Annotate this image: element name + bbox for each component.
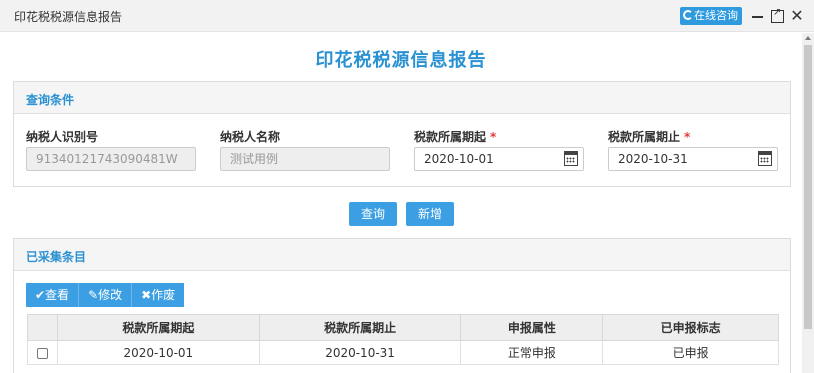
calendar-icon[interactable] <box>758 151 772 166</box>
cell-declare-attr: 正常申报 <box>460 340 604 365</box>
add-button[interactable]: 新增 <box>406 202 454 226</box>
collected-items-table: 税款所属期起 税款所属期止 申报属性 已申报标志 2020-10-01 2020… <box>27 314 779 365</box>
query-button[interactable]: 查询 <box>349 202 397 226</box>
cell-period-end: 2020-10-31 <box>258 340 462 365</box>
maximize-button[interactable] <box>769 7 785 25</box>
headset-icon <box>683 10 693 20</box>
minimize-button[interactable] <box>750 7 766 25</box>
online-consult-button[interactable]: 在线咨询 <box>680 7 742 25</box>
collected-items-panel: 已采集条目 ✔查看 ✎修改 ✖作废 税款所属期起 税款所属期止 申报属性 已申报… <box>13 238 791 373</box>
select-column-header <box>27 314 58 341</box>
column-header-period-start: 税款所属期起 <box>56 314 260 341</box>
period-start-label: 税款所属期起 * <box>414 130 497 144</box>
taxpayer-id-input[interactable]: 91340121743090481W <box>26 147 196 171</box>
period-end-label: 税款所属期止 * <box>608 130 691 144</box>
edit-button[interactable]: ✎修改 <box>79 283 133 307</box>
period-end-input[interactable]: 2020-10-31 <box>608 147 778 171</box>
window-title: 印花税税源信息报告 <box>14 10 123 24</box>
scrollbar-thumb[interactable] <box>804 45 812 329</box>
page-title: 印花税税源信息报告 <box>315 50 487 71</box>
cell-declared-flag: 已申报 <box>602 340 779 365</box>
table-row[interactable]: 2020-10-01 2020-10-31 正常申报 已申报 <box>27 340 779 365</box>
taxpayer-name-label: 纳税人名称 <box>220 130 281 144</box>
taxpayer-id-label: 纳税人识别号 <box>26 130 99 144</box>
required-mark: * <box>684 130 691 144</box>
void-button[interactable]: ✖作废 <box>132 283 185 307</box>
query-panel-title: 查询条件 <box>14 82 790 114</box>
period-start-input[interactable]: 2020-10-01 <box>414 147 584 171</box>
calendar-icon[interactable] <box>564 151 578 166</box>
cell-period-start: 2020-10-01 <box>56 340 260 365</box>
query-conditions-panel: 查询条件 纳税人识别号 91340121743090481W 纳税人名称 测试用… <box>13 81 791 187</box>
column-header-declared-flag: 已申报标志 <box>602 314 779 341</box>
column-header-period-end: 税款所属期止 <box>258 314 462 341</box>
table-header-row: 税款所属期起 税款所属期止 申报属性 已申报标志 <box>27 314 779 341</box>
column-header-declare-attr: 申报属性 <box>460 314 604 341</box>
row-checkbox[interactable] <box>36 347 48 359</box>
taxpayer-name-input[interactable]: 测试用例 <box>220 147 390 171</box>
close-button[interactable]: ✕ <box>789 7 805 25</box>
view-button[interactable]: ✔查看 <box>26 283 80 307</box>
online-consult-label: 在线咨询 <box>694 9 738 22</box>
items-toolbar: ✔查看 ✎修改 ✖作废 <box>26 283 185 307</box>
required-mark: * <box>490 130 497 144</box>
window-titlebar: 印花税税源信息报告 在线咨询 ✕ <box>0 0 814 32</box>
row-select-cell <box>27 340 58 365</box>
vertical-scrollbar[interactable] <box>802 33 814 373</box>
scroll-up-arrow-icon[interactable] <box>805 36 811 40</box>
collected-panel-title: 已采集条目 <box>14 239 790 271</box>
